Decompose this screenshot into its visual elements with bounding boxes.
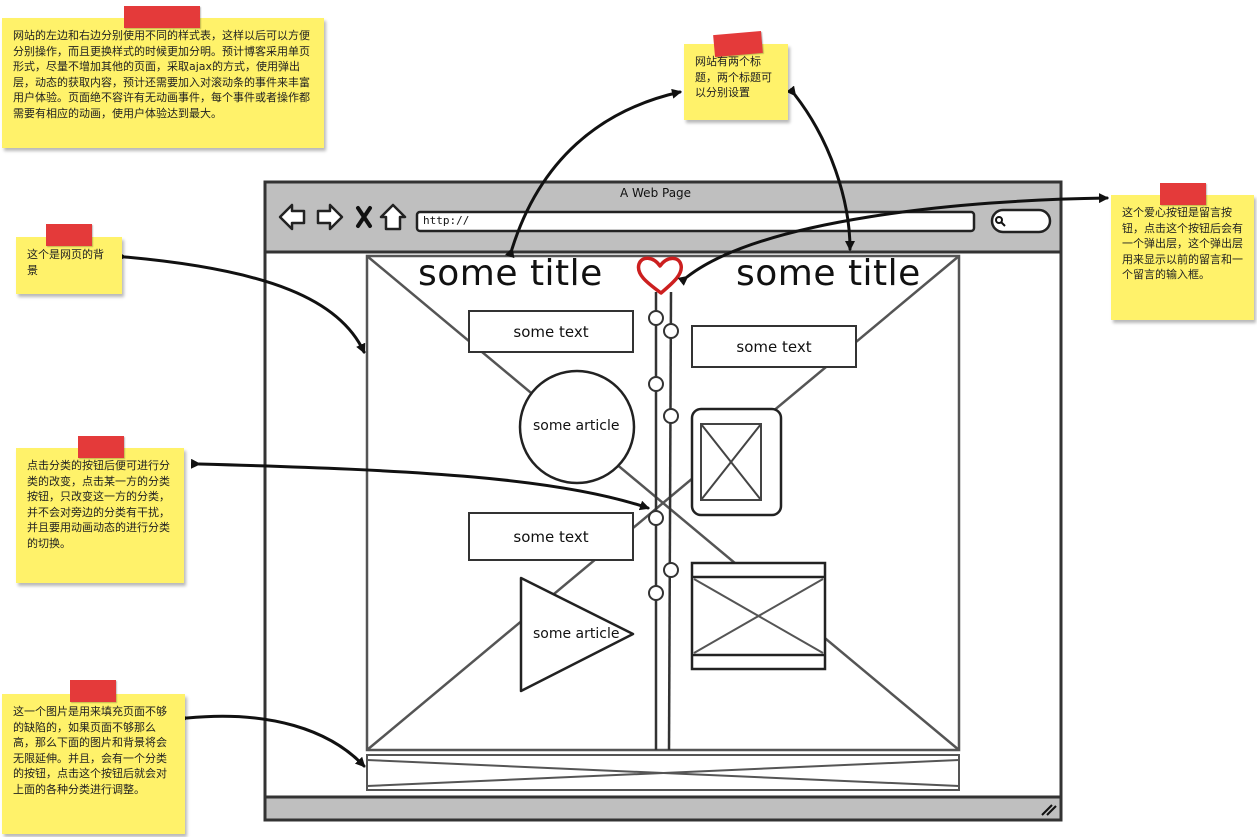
timeline-node[interactable] (663, 323, 679, 339)
note-text: 这个爱心按钮是留言按钮，点击这个按钮后会有一个弹出层，这个弹出层用来显示以前的留… (1122, 206, 1243, 281)
note-text: 网站的左边和右边分别使用不同的样式表，这样以后可以方便分别操作，而且更换样式的时… (13, 29, 310, 120)
timeline-node[interactable] (648, 310, 664, 326)
window-title: A Web Page (620, 186, 692, 200)
right-title[interactable]: some title (736, 253, 921, 294)
note-tape (1160, 183, 1206, 205)
url-text: http:// (423, 214, 470, 227)
article-circle-label: some article (533, 418, 620, 434)
article-triangle-label: some article (533, 626, 620, 642)
timeline-node[interactable] (648, 510, 664, 526)
left-text-box-1[interactable]: some text (468, 310, 634, 353)
left-text-box-2[interactable]: some text (468, 512, 634, 561)
note-text: 点击分类的按钮后便可进行分类的改变，点击某一方的分类按钮，只改变这一方的分类，并… (27, 459, 170, 550)
note-text: 这个是网页的背景 (27, 248, 104, 277)
note-right: 这个爱心按钮是留言按钮，点击这个按钮后会有一个弹出层，这个弹出层用来显示以前的留… (1111, 195, 1254, 320)
note-tape (78, 436, 124, 458)
note-top-center: 网站有两个标题，两个标题可以分别设置 (684, 44, 788, 120)
note-left-2: 点击分类的按钮后便可进行分类的改变，点击某一方的分类按钮，只改变这一方的分类，并… (16, 448, 184, 583)
bottom-filler-image (366, 754, 960, 791)
note-tape (46, 224, 92, 246)
search-box[interactable] (990, 208, 1052, 234)
timeline-node[interactable] (663, 408, 679, 424)
browser-statusbar (263, 795, 1063, 822)
timeline-node[interactable] (663, 562, 679, 578)
timeline-node[interactable] (648, 376, 664, 392)
note-tape (713, 30, 763, 58)
right-text-box-1[interactable]: some text (691, 325, 857, 368)
note-left-3: 这一个图片是用来填充页面不够的缺陷的，如果页面不够那么高，那么下面的图片和背景将… (2, 694, 185, 834)
left-title[interactable]: some title (418, 253, 603, 294)
note-tape (70, 680, 116, 702)
note-tape (124, 6, 200, 28)
timeline-node[interactable] (648, 585, 664, 601)
note-text: 网站有两个标题，两个标题可以分别设置 (695, 55, 772, 99)
note-top-left: 网站的左边和右边分别使用不同的样式表，这样以后可以方便分别操作，而且更换样式的时… (2, 18, 324, 148)
note-text: 这一个图片是用来填充页面不够的缺陷的，如果页面不够那么高，那么下面的图片和背景将… (13, 705, 167, 796)
